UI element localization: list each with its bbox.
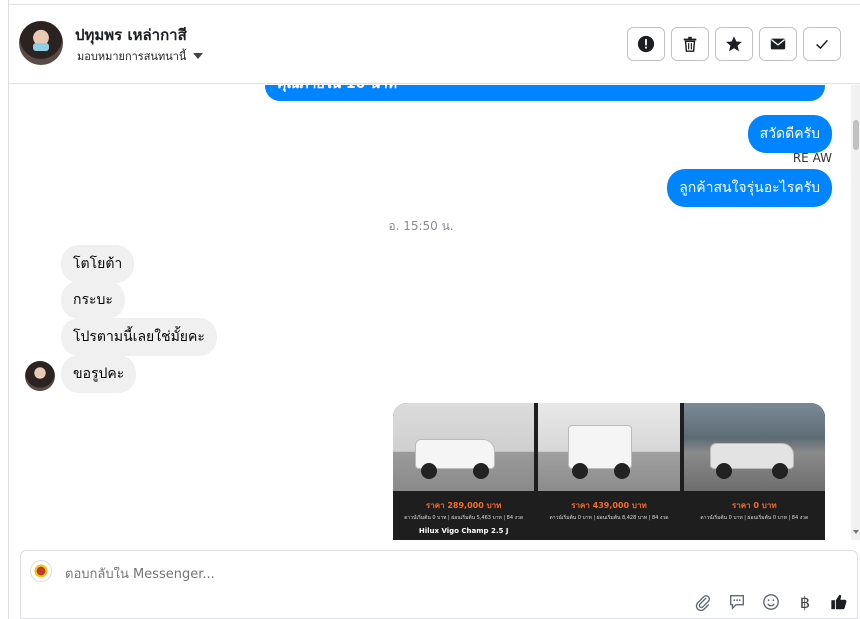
car-photo [683, 403, 825, 491]
composer-tools: ฿ [693, 592, 849, 612]
thumbs-up-icon [831, 594, 847, 610]
mark-done-button[interactable] [803, 27, 841, 61]
alert-icon [637, 35, 655, 53]
assign-label: มอบหมายการสนทนานี้ [77, 50, 187, 63]
car-photo [538, 403, 680, 491]
sender-tag: RE AW [792, 151, 832, 165]
star-icon [726, 36, 742, 52]
assign-conversation-dropdown[interactable]: มอบหมายการสนทนานี้ [77, 47, 204, 65]
trash-icon [683, 36, 697, 52]
emoji-button[interactable] [761, 592, 781, 612]
thread-scrollbar[interactable] [851, 85, 860, 540]
delete-button[interactable] [671, 27, 709, 61]
mark-unread-button[interactable] [759, 27, 797, 61]
attachment-button[interactable] [693, 592, 713, 612]
saved-replies-button[interactable] [727, 592, 747, 612]
car-image[interactable]: ราคา 0 บาท ดาวน์เริ่มต้น 0 บาท | ผ่อนเริ… [683, 403, 825, 540]
incoming-message[interactable]: ขอรูปคะ [61, 355, 137, 393]
contact-avatar[interactable] [19, 21, 63, 65]
like-button[interactable] [829, 592, 849, 612]
mail-icon [770, 38, 786, 50]
messenger-panel: ปทุมพร เหล่ากาสี มอบหมายการสนทนานี้ คุณภ… [8, 0, 860, 619]
check-icon [816, 39, 828, 50]
incoming-message[interactable]: กระบะ [61, 281, 125, 319]
spam-button[interactable] [627, 27, 665, 61]
car-detail: ดาวน์เริ่มต้น 0 บาท | ผ่อนเริ่มต้น 8,428… [549, 515, 669, 521]
car-title: Hilux Vigo Champ 2.5 J [418, 527, 509, 535]
reply-input[interactable] [65, 567, 665, 582]
star-button[interactable] [715, 27, 753, 61]
outgoing-message[interactable]: ลูกค้าสนใจรุ่นอะไรครับ [667, 169, 832, 207]
car-photo [393, 403, 535, 491]
payment-button[interactable]: ฿ [795, 592, 815, 612]
page-avatar [30, 560, 52, 582]
message-timestamp: อ. 15:50 น. [388, 219, 454, 233]
header-actions [627, 27, 841, 61]
car-detail: ดาวน์เริ่มต้น 0 บาท | ผ่อนเริ่มต้น 0 บาท… [700, 515, 809, 521]
car-price: ราคา 439,000 บาท [571, 501, 647, 510]
scrollbar-thumb[interactable] [853, 120, 859, 150]
car-image[interactable]: ราคา 439,000 บาท ดาวน์เริ่มต้น 0 บาท | ผ… [538, 403, 680, 540]
baht-icon: ฿ [799, 592, 811, 612]
car-image[interactable]: ราคา 289,000 บาท ดาวน์เริ่มต้น 0 บาท | ผ… [393, 403, 535, 540]
contact-name[interactable]: ปทุมพร เหล่ากาสี [75, 23, 187, 47]
incoming-message[interactable]: โปรตามนี้เลยใช่มั้ยคะ [61, 318, 217, 356]
scroll-down-icon[interactable] [853, 530, 859, 534]
car-price: ราคา 289,000 บาท [425, 501, 502, 510]
outgoing-message[interactable]: คุณภายใน 10 นาที [265, 85, 825, 101]
attachment-icon [695, 595, 711, 611]
image-gallery-message[interactable]: ราคา 289,000 บาท ดาวน์เริ่มต้น 0 บาท | ผ… [393, 403, 825, 540]
incoming-message[interactable]: โตโยต้า [61, 245, 135, 283]
car-detail: ดาวน์เริ่มต้น 0 บาท | ผ่อนเริ่มต้น 5,463… [404, 515, 524, 521]
reply-composer: ฿ [20, 550, 858, 619]
car-price: ราคา 0 บาท [732, 501, 777, 510]
contact-avatar-small[interactable] [25, 361, 55, 391]
conversation-header: ปทุมพร เหล่ากาสี มอบหมายการสนทนานี้ [9, 4, 860, 84]
chat-bubble-icon [730, 595, 744, 610]
outgoing-message[interactable]: สวัดดีครับ [747, 115, 832, 153]
emoji-icon [763, 594, 779, 610]
message-thread[interactable]: คุณภายใน 10 นาที สวัดดีครับ RE AW ลูกค้า… [9, 85, 860, 540]
caret-down-icon [193, 53, 204, 59]
